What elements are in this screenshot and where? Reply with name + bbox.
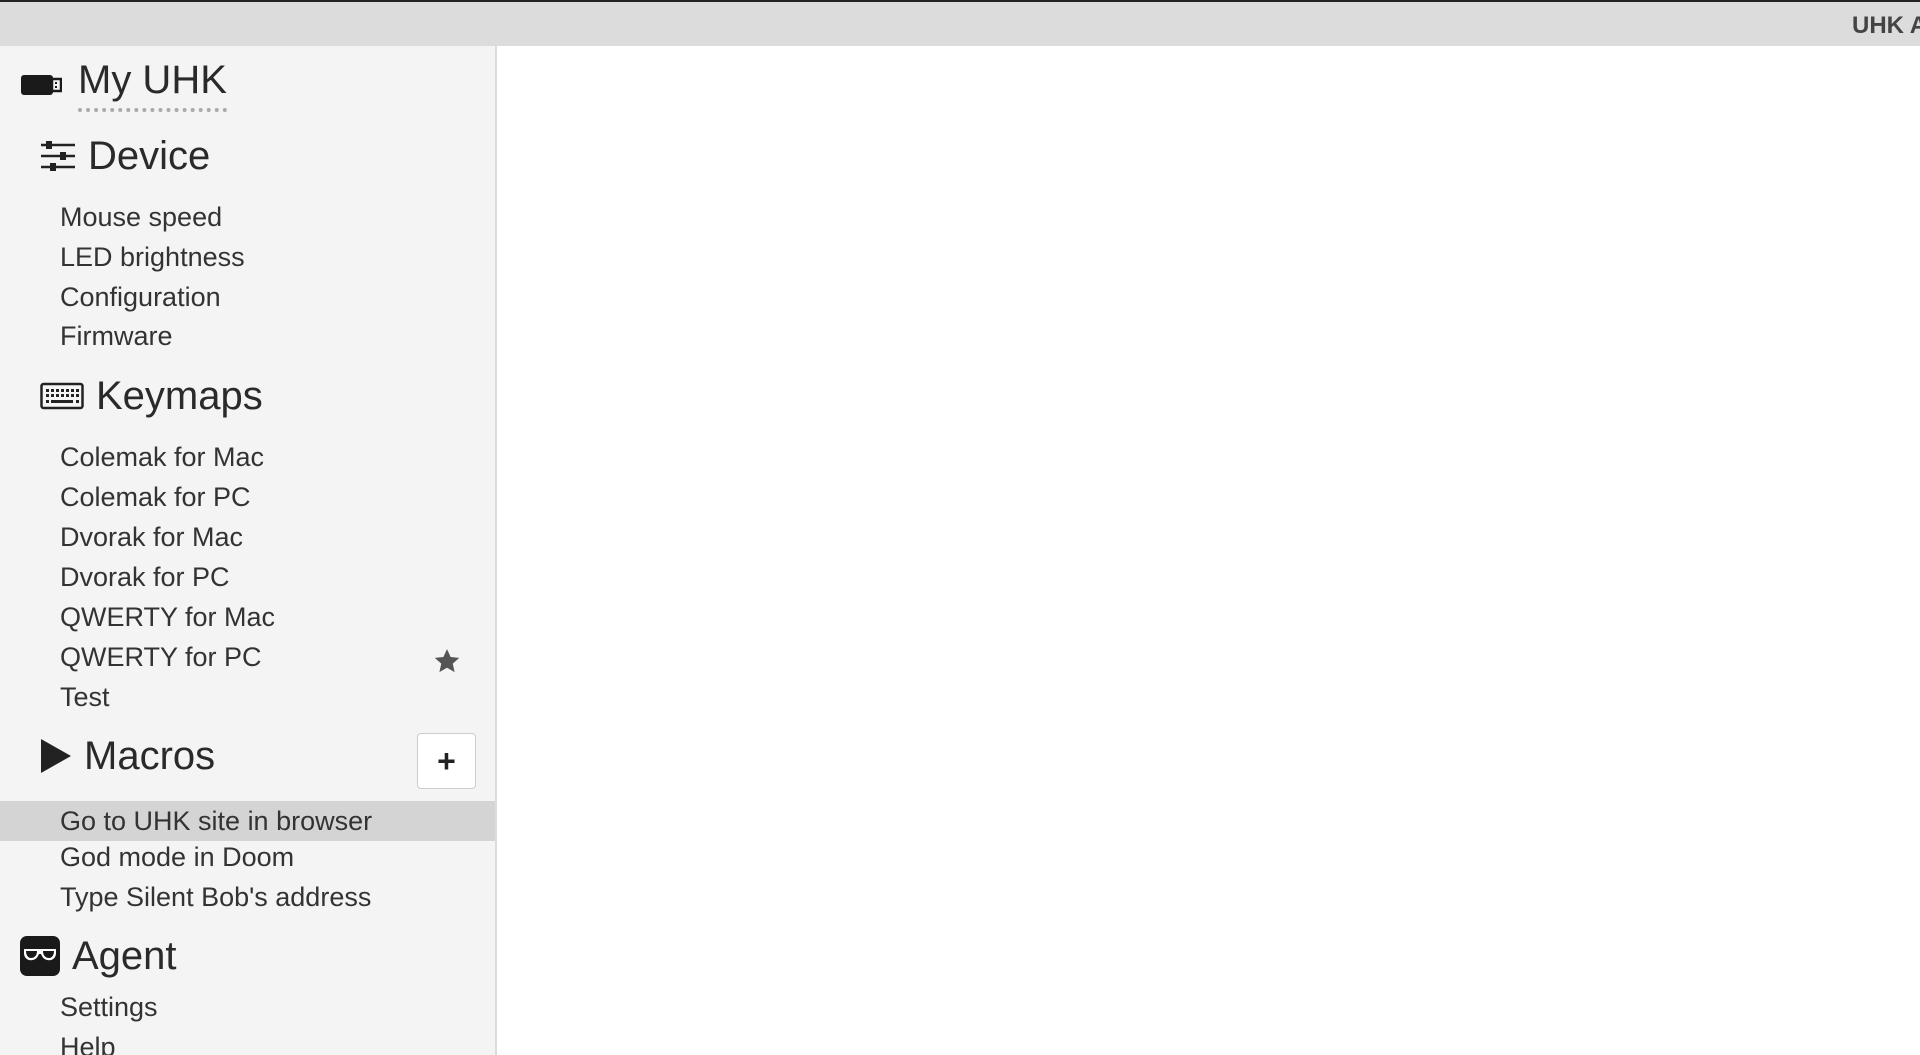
sidebar-item-help[interactable]: Help (60, 1030, 116, 1055)
sidebar-item-dvorak-pc[interactable]: Dvorak for PC (60, 560, 230, 594)
usb-drive-icon (20, 71, 62, 99)
sidebar-item-macro-uhk-site[interactable]: Go to UHK site in browser (0, 801, 495, 841)
title-bar: UHK A (0, 0, 1920, 46)
agent-label: Agent (72, 934, 177, 978)
sidebar-item-test[interactable]: Test (60, 680, 110, 714)
sidebar-item-qwerty-pc[interactable]: QWERTY for PC (60, 640, 262, 674)
my-uhk-header[interactable]: My UHK (20, 58, 227, 112)
device-section-header: Device (40, 134, 210, 178)
my-uhk-label: My UHK (78, 58, 227, 112)
app-title: UHK A (1852, 12, 1920, 39)
add-macro-button[interactable]: + (417, 733, 476, 789)
sidebar-item-firmware[interactable]: Firmware (60, 319, 173, 353)
keyboard-icon (40, 381, 84, 411)
sidebar-item-configuration[interactable]: Configuration (60, 280, 221, 314)
play-icon (40, 738, 72, 774)
macros-section-header: Macros (40, 734, 215, 778)
sunglasses-icon (20, 936, 60, 976)
agent-section-header: Agent (20, 934, 177, 978)
sidebar-item-mouse-speed[interactable]: Mouse speed (60, 200, 222, 234)
sliders-icon (40, 140, 76, 172)
sidebar-item-colemak-mac[interactable]: Colemak for Mac (60, 440, 264, 474)
device-label: Device (88, 134, 211, 178)
sidebar-item-dvorak-mac[interactable]: Dvorak for Mac (60, 520, 243, 554)
keymaps-section-header: Keymaps (40, 374, 263, 418)
sidebar-item-led-brightness[interactable]: LED brightness (60, 240, 245, 274)
sidebar-item-macro-silent-bob[interactable]: Type Silent Bob's address (60, 880, 371, 914)
sidebar-item-qwerty-mac[interactable]: QWERTY for Mac (60, 600, 275, 634)
sidebar-item-macro-god-mode[interactable]: God mode in Doom (60, 840, 294, 874)
keymaps-label: Keymaps (96, 374, 263, 418)
default-keymap-star-icon[interactable] (432, 646, 462, 676)
macros-label: Macros (84, 734, 216, 778)
sidebar-item-colemak-pc[interactable]: Colemak for PC (60, 480, 251, 514)
main-content (499, 46, 1920, 1055)
sidebar: My UHK Device Mouse speed LED brightness… (0, 46, 497, 1055)
sidebar-item-settings[interactable]: Settings (60, 990, 158, 1024)
